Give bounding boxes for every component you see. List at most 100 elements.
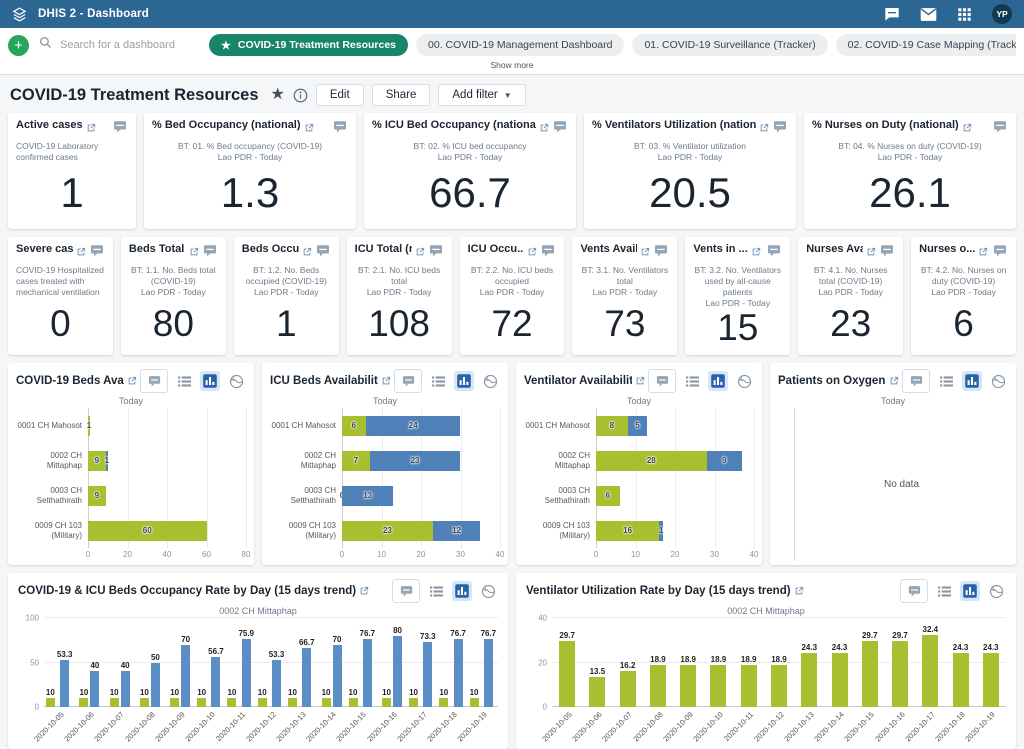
open-in-app-icon[interactable] — [189, 244, 199, 262]
bar-segment[interactable]: 24 — [366, 416, 461, 436]
bar-group[interactable]: 18.9 — [703, 618, 733, 707]
bar-group[interactable]: 29.7 — [855, 618, 885, 707]
edit-button[interactable]: Edit — [316, 84, 364, 106]
interpretation-chat-icon[interactable] — [552, 119, 568, 139]
bar-group[interactable]: 24.3 — [824, 618, 854, 707]
open-in-app-icon[interactable] — [415, 244, 425, 262]
open-in-app-icon[interactable] — [359, 583, 369, 601]
bar-segment[interactable]: 23 — [370, 451, 461, 471]
bar[interactable] — [423, 642, 432, 707]
star-dashboard-icon[interactable]: ★ — [271, 87, 285, 103]
open-in-app-icon[interactable] — [978, 244, 988, 262]
bar[interactable] — [892, 641, 908, 707]
dhis2-logo-icon[interactable] — [0, 6, 38, 23]
interpretation-chat-icon[interactable] — [992, 119, 1008, 139]
interpretation-chat-icon[interactable] — [392, 579, 420, 603]
view-as-chart-icon[interactable] — [708, 371, 728, 391]
add-filter-button[interactable]: Add filter ▼ — [438, 84, 525, 106]
view-as-table-icon[interactable] — [174, 371, 194, 391]
bar[interactable] — [680, 665, 696, 707]
bar-group[interactable]: 1066.7 — [286, 618, 316, 707]
bar[interactable] — [288, 698, 297, 707]
bar-group[interactable]: 1076.7 — [347, 618, 377, 707]
bar-group[interactable]: 18.9 — [734, 618, 764, 707]
bar-group[interactable]: 18.9 — [673, 618, 703, 707]
view-as-chart-icon[interactable] — [960, 581, 980, 601]
view-as-table-icon[interactable] — [936, 371, 956, 391]
view-as-map-icon[interactable] — [734, 371, 754, 391]
interpretation-chat-icon[interactable] — [648, 369, 676, 393]
bar[interactable] — [46, 698, 55, 707]
bar-group[interactable]: 1053.3 — [44, 618, 74, 707]
bar[interactable] — [258, 698, 267, 707]
interpretation-chat-icon[interactable] — [772, 119, 788, 139]
bar[interactable] — [922, 635, 938, 707]
bar-group[interactable]: 24.3 — [794, 618, 824, 707]
bar-group[interactable]: 1040 — [105, 618, 135, 707]
open-in-app-icon[interactable] — [635, 373, 645, 391]
bar-segment[interactable]: 8 — [596, 416, 628, 436]
interpretation-chat-icon[interactable] — [202, 243, 218, 263]
bar[interactable] — [302, 648, 311, 707]
bar[interactable] — [333, 645, 342, 707]
bar[interactable] — [60, 660, 69, 707]
bar[interactable] — [322, 698, 331, 707]
bar-segment[interactable]: 9 — [707, 451, 743, 471]
bar[interactable] — [589, 677, 605, 707]
share-button[interactable]: Share — [372, 84, 431, 106]
view-as-table-icon[interactable] — [426, 581, 446, 601]
bar-group[interactable]: 1070 — [165, 618, 195, 707]
bar[interactable] — [363, 639, 372, 707]
bar[interactable] — [79, 698, 88, 707]
open-in-app-icon[interactable] — [866, 244, 876, 262]
view-as-chart-icon[interactable] — [454, 371, 474, 391]
bar-segment[interactable]: 1 — [106, 451, 108, 471]
bar-segment[interactable]: 5 — [628, 416, 648, 436]
bar[interactable] — [741, 665, 757, 707]
bar[interactable] — [181, 645, 190, 707]
bar-segment[interactable]: 12 — [433, 521, 480, 541]
view-as-map-icon[interactable] — [478, 581, 498, 601]
bar-group[interactable]: 1075.9 — [226, 618, 256, 707]
bar[interactable] — [393, 636, 402, 707]
bar-group[interactable]: 1050 — [135, 618, 165, 707]
bar[interactable] — [121, 671, 130, 707]
bar[interactable] — [110, 698, 119, 707]
avatar[interactable]: YP — [992, 4, 1012, 24]
bar-segment[interactable]: 9 — [88, 486, 106, 506]
interpretation-chat-icon[interactable] — [428, 243, 444, 263]
interpretations-icon[interactable] — [884, 6, 900, 22]
open-in-app-icon[interactable] — [304, 120, 314, 138]
open-in-app-icon[interactable] — [381, 373, 391, 391]
view-as-table-icon[interactable] — [682, 371, 702, 391]
bar[interactable] — [227, 698, 236, 707]
bar-segment[interactable]: 28 — [596, 451, 707, 471]
bar-group[interactable]: 29.7 — [552, 618, 582, 707]
interpretation-chat-icon[interactable] — [89, 243, 105, 263]
search-input[interactable] — [58, 38, 192, 52]
bar[interactable] — [272, 660, 281, 707]
bar-group[interactable]: 1053.3 — [256, 618, 286, 707]
bar[interactable] — [650, 665, 666, 707]
bar[interactable] — [983, 653, 999, 707]
open-in-app-icon[interactable] — [759, 120, 769, 138]
dashboard-chip[interactable]: 02. COVID-19 Case Mapping (Tracker) — [836, 34, 1016, 56]
bar-group[interactable]: 1070 — [316, 618, 346, 707]
bar-segment[interactable]: 1 — [88, 416, 90, 436]
open-in-app-icon[interactable] — [76, 244, 86, 262]
view-as-chart-icon[interactable] — [452, 581, 472, 601]
bar[interactable] — [470, 698, 479, 707]
show-more-button[interactable]: Show more — [0, 59, 1024, 74]
open-in-app-icon[interactable] — [889, 373, 899, 391]
dashboard-chip[interactable]: 00. COVID-19 Management Dashboard — [416, 34, 624, 56]
bar[interactable] — [382, 698, 391, 707]
interpretation-chat-icon[interactable] — [766, 243, 782, 263]
interpretation-chat-icon[interactable] — [900, 579, 928, 603]
info-icon[interactable] — [293, 88, 308, 103]
interpretation-chat-icon[interactable] — [140, 369, 168, 393]
new-dashboard-button[interactable]: + — [8, 35, 29, 56]
bar[interactable] — [151, 663, 160, 708]
bar-segment[interactable]: 6 — [596, 486, 620, 506]
bar[interactable] — [862, 641, 878, 707]
messages-icon[interactable] — [920, 7, 937, 22]
